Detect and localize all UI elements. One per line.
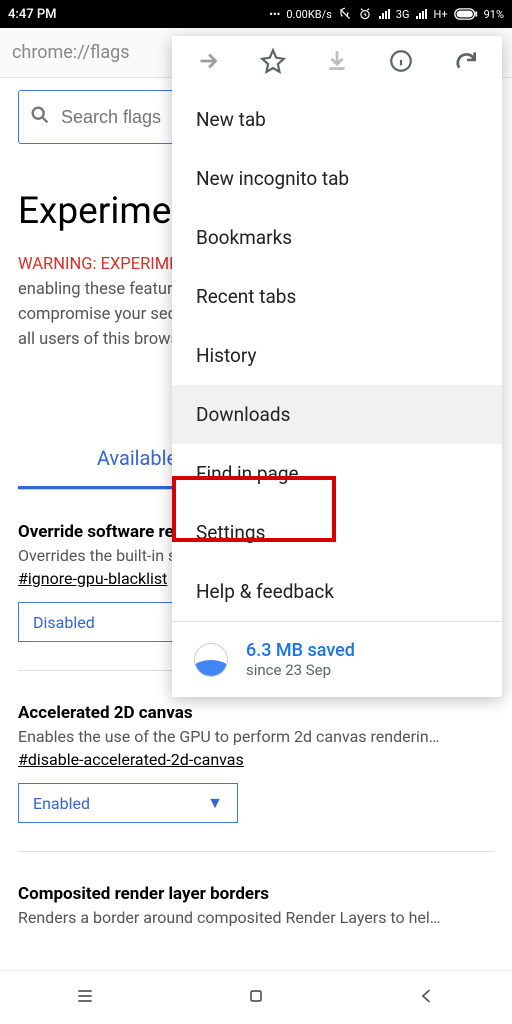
- data-saver-line1: 6.3 MB saved: [246, 640, 355, 661]
- star-icon[interactable]: [260, 48, 286, 78]
- chevron-down-icon: ▼: [207, 793, 223, 813]
- forward-icon[interactable]: [195, 48, 221, 78]
- status-net1: 3G: [396, 8, 410, 21]
- download-icon[interactable]: [324, 48, 350, 78]
- menu-recent-tabs[interactable]: Recent tabs: [172, 267, 502, 326]
- menu-top-row: [172, 36, 502, 90]
- status-right: ••• 0.00KB/s 3G H+ 91%: [269, 7, 504, 21]
- menu-find-in-page[interactable]: Find in page: [172, 444, 502, 503]
- menu-data-saver[interactable]: 6.3 MB saved since 23 Sep: [172, 622, 502, 697]
- info-icon[interactable]: [388, 48, 414, 78]
- mute-icon: [338, 7, 352, 21]
- status-time: 4:47 PM: [8, 7, 57, 22]
- search-icon: [29, 104, 51, 130]
- nav-bar: [0, 970, 512, 1024]
- flag-desc: Renders a border around composited Rende…: [18, 908, 494, 927]
- menu-new-tab[interactable]: New tab: [172, 90, 502, 149]
- flag-item: Accelerated 2D canvas Enables the use of…: [18, 703, 494, 823]
- flag-title: Accelerated 2D canvas: [18, 703, 494, 723]
- refresh-icon[interactable]: [453, 48, 479, 78]
- nav-back-icon[interactable]: [417, 986, 437, 1010]
- flag-title: Composited render layer borders: [18, 884, 494, 904]
- menu-history[interactable]: History: [172, 326, 502, 385]
- divider: [18, 851, 494, 852]
- signal1-icon: [378, 8, 390, 20]
- status-bar: 4:47 PM ••• 0.00KB/s 3G H+ 91%: [0, 0, 512, 28]
- flag-select[interactable]: Enabled ▼: [18, 783, 238, 823]
- status-battery: 91%: [484, 8, 504, 21]
- flag-value: Enabled: [33, 794, 90, 813]
- nav-home-icon[interactable]: [246, 986, 266, 1010]
- flag-tag[interactable]: #disable-accelerated-2d-canvas: [18, 750, 494, 769]
- data-saver-text: 6.3 MB saved since 23 Sep: [246, 640, 355, 679]
- battery-icon: [454, 8, 478, 20]
- flag-item: Composited render layer borders Renders …: [18, 884, 494, 927]
- data-saver-icon: [194, 643, 228, 677]
- signal2-icon: [415, 8, 427, 20]
- overflow-menu: New tab New incognito tab Bookmarks Rece…: [172, 36, 502, 697]
- alarm-icon: [358, 7, 372, 21]
- status-net2: H+: [433, 8, 447, 21]
- menu-new-incognito[interactable]: New incognito tab: [172, 149, 502, 208]
- flag-value: Disabled: [33, 613, 95, 632]
- menu-bookmarks[interactable]: Bookmarks: [172, 208, 502, 267]
- menu-downloads[interactable]: Downloads: [172, 385, 502, 444]
- status-net-speed: 0.00KB/s: [286, 8, 331, 21]
- menu-help[interactable]: Help & feedback: [172, 562, 502, 621]
- data-saver-line2: since 23 Sep: [246, 661, 355, 679]
- flag-desc: Enables the use of the GPU to perform 2d…: [18, 727, 494, 746]
- menu-items: New tab New incognito tab Bookmarks Rece…: [172, 90, 502, 621]
- nav-recents-icon[interactable]: [75, 986, 95, 1010]
- menu-settings[interactable]: Settings: [172, 503, 502, 562]
- status-dots: •••: [269, 8, 280, 21]
